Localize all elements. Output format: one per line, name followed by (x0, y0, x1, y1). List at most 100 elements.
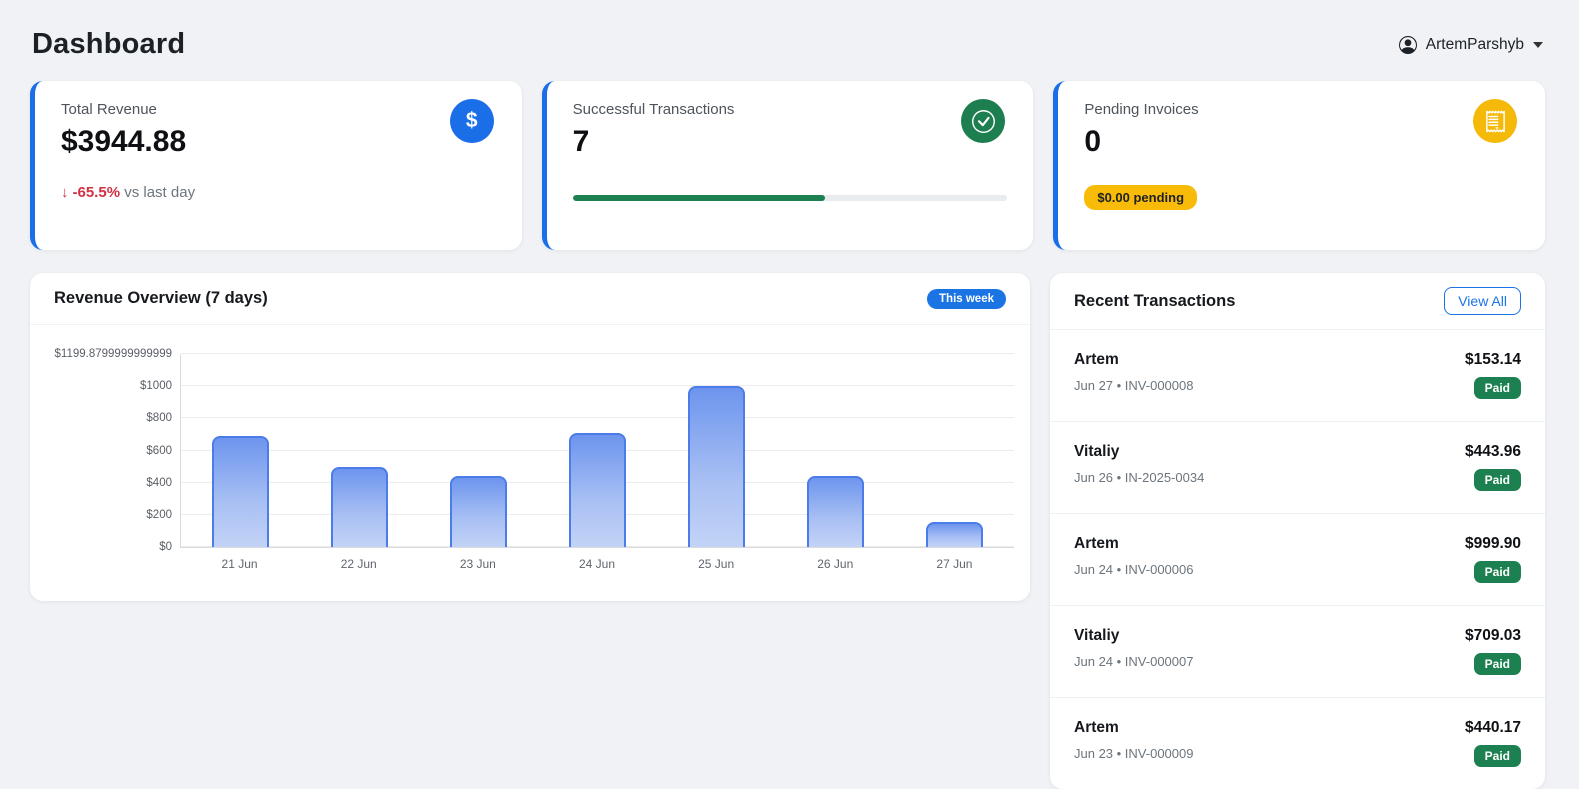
status-badge: Paid (1474, 561, 1521, 583)
x-axis-tick-label: 21 Jun (180, 557, 299, 571)
transaction-row[interactable]: Vitaliy Jun 26 • IN-2025-0034 $443.96 Paid (1050, 422, 1545, 514)
pending-invoices-card: Pending Invoices 0 $0.00 pending (1053, 81, 1545, 250)
user-menu[interactable]: ArtemParshyb (1399, 36, 1543, 54)
transactions-panel-title: Recent Transactions (1074, 292, 1235, 311)
chart-plot-area: $1199.8799999999999$1000$800$600$400$200… (180, 354, 1014, 548)
bar-slot (300, 354, 419, 547)
top-header: Dashboard ArtemParshyb (30, 0, 1545, 81)
transaction-info: Artem Jun 23 • INV-000009 (1074, 719, 1193, 761)
y-axis-tick-label: $200 (146, 509, 172, 521)
user-name: ArtemParshyb (1426, 36, 1524, 54)
transaction-row[interactable]: Vitaliy Jun 24 • INV-000007 $709.03 Paid (1050, 606, 1545, 698)
transaction-amount-block: $443.96 Paid (1465, 443, 1521, 491)
transaction-info: Artem Jun 27 • INV-000008 (1074, 351, 1193, 393)
person-circle-icon (1399, 36, 1417, 54)
x-axis-tick-label: 22 Jun (299, 557, 418, 571)
revenue-bar-21-jun[interactable] (212, 436, 269, 547)
transaction-amount-block: $153.14 Paid (1465, 351, 1521, 399)
transaction-info: Artem Jun 24 • INV-000006 (1074, 535, 1193, 577)
revenue-bar-26-jun[interactable] (807, 476, 864, 547)
transaction-amount: $999.90 (1465, 535, 1521, 553)
transaction-row[interactable]: Artem Jun 23 • INV-000009 $440.17 Paid (1050, 698, 1545, 789)
transaction-name: Artem (1074, 535, 1193, 553)
transaction-meta: Jun 24 • INV-000006 (1074, 562, 1193, 577)
transaction-amount-block: $709.03 Paid (1465, 627, 1521, 675)
trend-suffix: vs last day (124, 184, 195, 201)
total-revenue-value: $3944.88 (61, 125, 496, 159)
x-axis-tick-label: 26 Jun (776, 557, 895, 571)
transaction-row[interactable]: Artem Jun 24 • INV-000006 $999.90 Paid (1050, 514, 1545, 606)
revenue-bar-25-jun[interactable] (688, 386, 745, 547)
transaction-name: Vitaliy (1074, 627, 1193, 645)
revenue-chart: $1199.8799999999999$1000$800$600$400$200… (30, 354, 1030, 593)
y-axis-tick-label: $400 (146, 477, 172, 489)
dashboard-page: Dashboard ArtemParshyb Total Revenue $39… (0, 0, 1579, 789)
transaction-amount-block: $440.17 Paid (1465, 719, 1521, 767)
status-badge: Paid (1474, 469, 1521, 491)
y-axis-tick-label: $600 (146, 445, 172, 457)
status-badge: Paid (1474, 745, 1521, 767)
transactions-progress-track (573, 195, 1008, 201)
transaction-meta: Jun 26 • IN-2025-0034 (1074, 470, 1204, 485)
total-revenue-card: Total Revenue $3944.88 ↓-65.5% vs last d… (30, 81, 522, 250)
revenue-panel-title: Revenue Overview (7 days) (54, 289, 268, 308)
transaction-row[interactable]: Artem Jun 27 • INV-000008 $153.14 Paid (1050, 330, 1545, 422)
status-badge: Paid (1474, 377, 1521, 399)
recent-transactions-panel: Recent Transactions View All Artem Jun 27… (1050, 273, 1545, 789)
transaction-amount: $709.03 (1465, 627, 1521, 645)
transaction-info: Vitaliy Jun 26 • IN-2025-0034 (1074, 443, 1204, 485)
transaction-meta: Jun 23 • INV-000009 (1074, 746, 1193, 761)
receipt-icon (1473, 99, 1517, 143)
dollar-icon: $ (450, 99, 494, 143)
y-axis-tick-label: $800 (146, 412, 172, 424)
transactions-list: ArtemJun 27 • INV-000008$153.14PaidVital… (1050, 330, 1545, 789)
bar-slot (657, 354, 776, 547)
pending-amount-badge: $0.00 pending (1084, 185, 1197, 210)
y-axis-tick-label: $1000 (140, 380, 172, 392)
transaction-meta: Jun 24 • INV-000007 (1074, 654, 1193, 669)
revenue-bar-22-jun[interactable] (331, 467, 388, 547)
x-axis-tick-label: 24 Jun (537, 557, 656, 571)
bar-slot (776, 354, 895, 547)
transaction-amount: $443.96 (1465, 443, 1521, 461)
transaction-amount: $440.17 (1465, 719, 1521, 737)
revenue-panel-header: Revenue Overview (7 days) This week (30, 273, 1030, 325)
arrow-down-icon: ↓ (61, 184, 69, 201)
this-week-badge[interactable]: This week (927, 289, 1006, 309)
bar-slot (895, 354, 1014, 547)
transaction-amount: $153.14 (1465, 351, 1521, 369)
transaction-name: Vitaliy (1074, 443, 1204, 461)
transaction-name: Artem (1074, 351, 1193, 369)
successful-transactions-card: Successful Transactions 7 (542, 81, 1034, 250)
revenue-trend: ↓-65.5% vs last day (61, 184, 496, 201)
x-axis-tick-label: 23 Jun (418, 557, 537, 571)
chart-x-axis-labels: 21 Jun22 Jun23 Jun24 Jun25 Jun26 Jun27 J… (180, 557, 1014, 571)
y-axis-tick-label: $0 (159, 541, 172, 553)
page-title: Dashboard (32, 28, 185, 61)
revenue-bar-23-jun[interactable] (450, 476, 507, 547)
revenue-overview-panel: Revenue Overview (7 days) This week $119… (30, 273, 1030, 601)
status-badge: Paid (1474, 653, 1521, 675)
revenue-bar-24-jun[interactable] (569, 433, 626, 547)
transactions-panel-header: Recent Transactions View All (1050, 273, 1545, 330)
transaction-info: Vitaliy Jun 24 • INV-000007 (1074, 627, 1193, 669)
revenue-bar-27-jun[interactable] (926, 522, 983, 547)
stats-row: Total Revenue $3944.88 ↓-65.5% vs last d… (30, 81, 1545, 250)
stat-label: Pending Invoices (1084, 101, 1519, 118)
bar-slot (538, 354, 657, 547)
chart-bars (181, 354, 1014, 547)
bar-slot (181, 354, 300, 547)
y-axis-tick-label: $1199.8799999999999 (55, 348, 172, 360)
transactions-progress-fill (573, 195, 825, 201)
bar-slot (419, 354, 538, 547)
pending-invoices-value: 0 (1084, 125, 1519, 159)
transaction-amount-block: $999.90 Paid (1465, 535, 1521, 583)
trend-percent: -65.5% (73, 184, 121, 201)
stat-label: Total Revenue (61, 101, 496, 118)
chevron-down-icon (1533, 42, 1543, 48)
main-row: Revenue Overview (7 days) This week $119… (30, 273, 1545, 789)
view-all-button[interactable]: View All (1444, 287, 1521, 315)
transaction-name: Artem (1074, 719, 1193, 737)
x-axis-tick-label: 25 Jun (657, 557, 776, 571)
transaction-meta: Jun 27 • INV-000008 (1074, 378, 1193, 393)
